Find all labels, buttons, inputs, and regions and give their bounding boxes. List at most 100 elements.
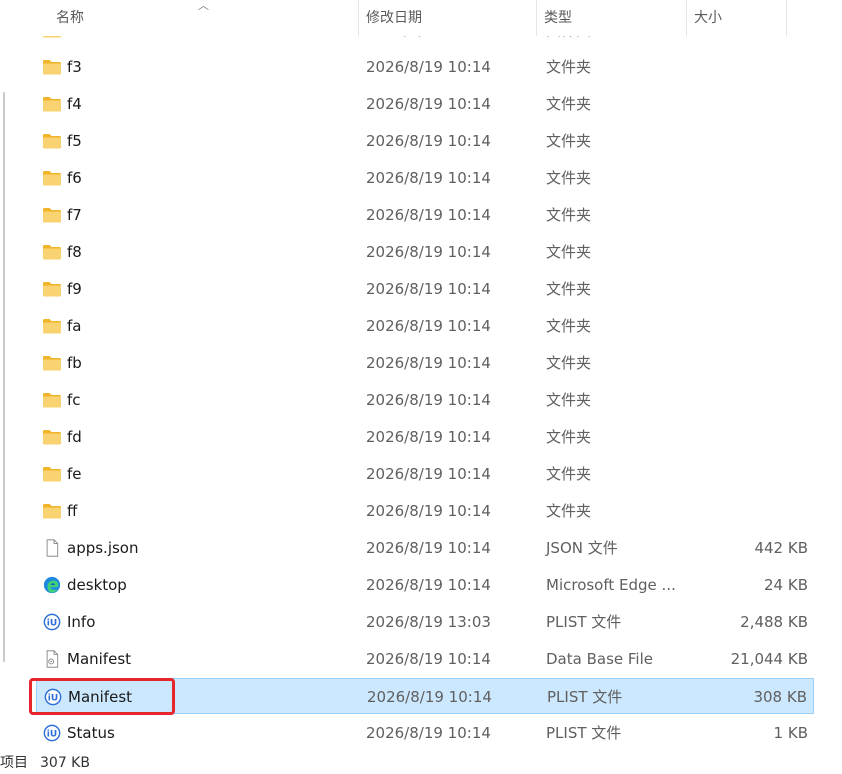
modified-date: 2026/8/19 10:14: [366, 132, 491, 150]
file-type: 文件夹: [546, 243, 592, 261]
file-row[interactable]: f5 2026/8/19 10:14 文件夹: [36, 123, 814, 159]
file-type: 文件夹: [546, 132, 592, 150]
folder-icon: [42, 465, 62, 483]
file-type: Microsoft Edge ...: [546, 576, 676, 594]
file-type: 文件夹: [546, 354, 592, 372]
modified-date: 2026/8/19 10:14: [366, 95, 491, 113]
modified-date: 2026/8/19 10:14: [366, 354, 491, 372]
status-selected-size: 307 KB: [40, 755, 90, 771]
database-file-icon: [42, 650, 62, 668]
folder-icon: [42, 58, 62, 76]
modified-date: 2026/8/19 10:14: [366, 576, 491, 594]
modified-date: 2026/8/19 10:14: [366, 58, 491, 76]
file-type: 文件夹: [546, 502, 592, 520]
modified-date: 2026/8/19 10:14: [366, 169, 491, 187]
file-row[interactable]: iU Status 2026/8/19 10:14 PLIST 文件 1 KB: [36, 715, 814, 750]
modified-date: 2026/8/19 13:03: [366, 613, 491, 631]
modified-date: 2026/8/19 10:14: [366, 502, 491, 520]
file-name: apps.json: [67, 539, 139, 557]
file-name: desktop: [67, 576, 127, 594]
file-size: 308 KB: [753, 688, 807, 706]
file-name: f9: [67, 280, 82, 298]
modified-date: 2026/8/19 10:14: [366, 317, 491, 335]
file-row[interactable]: f4 2026/8/19 10:14 文件夹: [36, 86, 814, 122]
file-row[interactable]: fe 2026/8/19 10:14 文件夹: [36, 456, 814, 492]
file-name: f7: [67, 206, 82, 224]
file-row[interactable]: iU Info 2026/8/19 13:03 PLIST 文件 2,488 KB: [36, 604, 814, 640]
file-row[interactable]: desktop 2026/8/19 10:14 Microsoft Edge ...…: [36, 567, 814, 603]
file-row[interactable]: ff 2026/8/19 10:14 文件夹: [36, 493, 814, 529]
folder-icon: [42, 280, 62, 298]
itools-icon: iU: [42, 613, 62, 631]
status-item-count: 项目: [0, 755, 28, 771]
file-list: f22026/8/19 10:14文件夹f32026/8/19 10:14文件夹…: [30, 0, 828, 750]
file-type: 文件夹: [546, 169, 592, 187]
file-size: 24 KB: [764, 576, 808, 594]
column-header-type[interactable]: 类型: [536, 0, 686, 36]
file-size: 442 KB: [754, 539, 808, 557]
svg-text:iU: iU: [47, 730, 57, 740]
file-name: f8: [67, 243, 82, 261]
file-type: 文件夹: [546, 206, 592, 224]
modified-date: 2026/8/19 10:14: [366, 724, 491, 742]
file-row[interactable]: f8 2026/8/19 10:14 文件夹: [36, 234, 814, 270]
column-header-size[interactable]: 大小: [686, 0, 786, 36]
folder-icon: [42, 169, 62, 187]
file-name: fd: [67, 428, 82, 446]
file-row[interactable]: fa 2026/8/19 10:14 文件夹: [36, 308, 814, 344]
file-row[interactable]: fc 2026/8/19 10:14 文件夹: [36, 382, 814, 418]
file-type: JSON 文件: [546, 539, 618, 557]
file-type: 文件夹: [546, 465, 592, 483]
file-name: f5: [67, 132, 82, 150]
file-name: fe: [67, 465, 82, 483]
modified-date: 2026/8/19 10:14: [366, 539, 491, 557]
file-row[interactable]: f9 2026/8/19 10:14 文件夹: [36, 271, 814, 307]
folder-icon: [42, 206, 62, 224]
column-header-name[interactable]: 名称: [48, 0, 358, 36]
nav-pane-scrollbar[interactable]: [3, 92, 5, 662]
file-name: f3: [67, 58, 82, 76]
file-row[interactable]: fb 2026/8/19 10:14 文件夹: [36, 345, 814, 381]
folder-icon: [42, 243, 62, 261]
annotation-highlight-box: [29, 678, 175, 715]
file-row[interactable]: f7 2026/8/19 10:14 文件夹: [36, 197, 814, 233]
file-type: PLIST 文件: [546, 613, 622, 631]
modified-date: 2026/8/19 10:14: [366, 650, 491, 668]
modified-date: 2026/8/19 10:14: [366, 280, 491, 298]
column-divider[interactable]: [786, 0, 787, 36]
file-name: Manifest: [67, 650, 132, 668]
file-name: ff: [67, 502, 78, 520]
file-name: Status: [67, 724, 115, 742]
file-type: 文件夹: [546, 428, 592, 446]
file-type: 文件夹: [546, 391, 592, 409]
file-name: Info: [67, 613, 96, 631]
file-type: PLIST 文件: [547, 688, 623, 706]
modified-date: 2026/8/19 10:14: [366, 206, 491, 224]
file-size: 2,488 KB: [740, 613, 808, 631]
file-type: 文件夹: [546, 58, 592, 76]
column-header-date[interactable]: 修改日期: [358, 0, 536, 36]
file-row[interactable]: apps.json 2026/8/19 10:14 JSON 文件 442 KB: [36, 530, 814, 566]
file-row[interactable]: f6 2026/8/19 10:14 文件夹: [36, 160, 814, 196]
file-size: 21,044 KB: [730, 650, 808, 668]
file-type: 文件夹: [546, 317, 592, 335]
modified-date: 2026/8/19 10:14: [366, 243, 491, 261]
modified-date: 2026/8/19 10:14: [367, 688, 492, 706]
file-row[interactable]: f3 2026/8/19 10:14 文件夹: [36, 49, 814, 85]
folder-icon: [42, 391, 62, 409]
file-row[interactable]: Manifest 2026/8/19 10:14 Data Base File 21,…: [36, 641, 814, 677]
file-row[interactable]: fd 2026/8/19 10:14 文件夹: [36, 419, 814, 455]
status-bar: 项目 307 KB: [0, 752, 90, 774]
folder-icon: [42, 354, 62, 372]
file-type: 文件夹: [546, 95, 592, 113]
file-name: fb: [67, 354, 82, 372]
itools-icon: iU: [42, 724, 62, 742]
file-name: fa: [67, 317, 82, 335]
column-header-bar: ︿ 名称 修改日期 类型 大小: [30, 0, 828, 36]
modified-date: 2026/8/19 10:14: [366, 428, 491, 446]
file-icon: [42, 539, 62, 557]
file-type: Data Base File: [546, 650, 653, 668]
left-edge: [0, 0, 8, 750]
file-name: f6: [67, 169, 82, 187]
folder-icon: [42, 95, 62, 113]
